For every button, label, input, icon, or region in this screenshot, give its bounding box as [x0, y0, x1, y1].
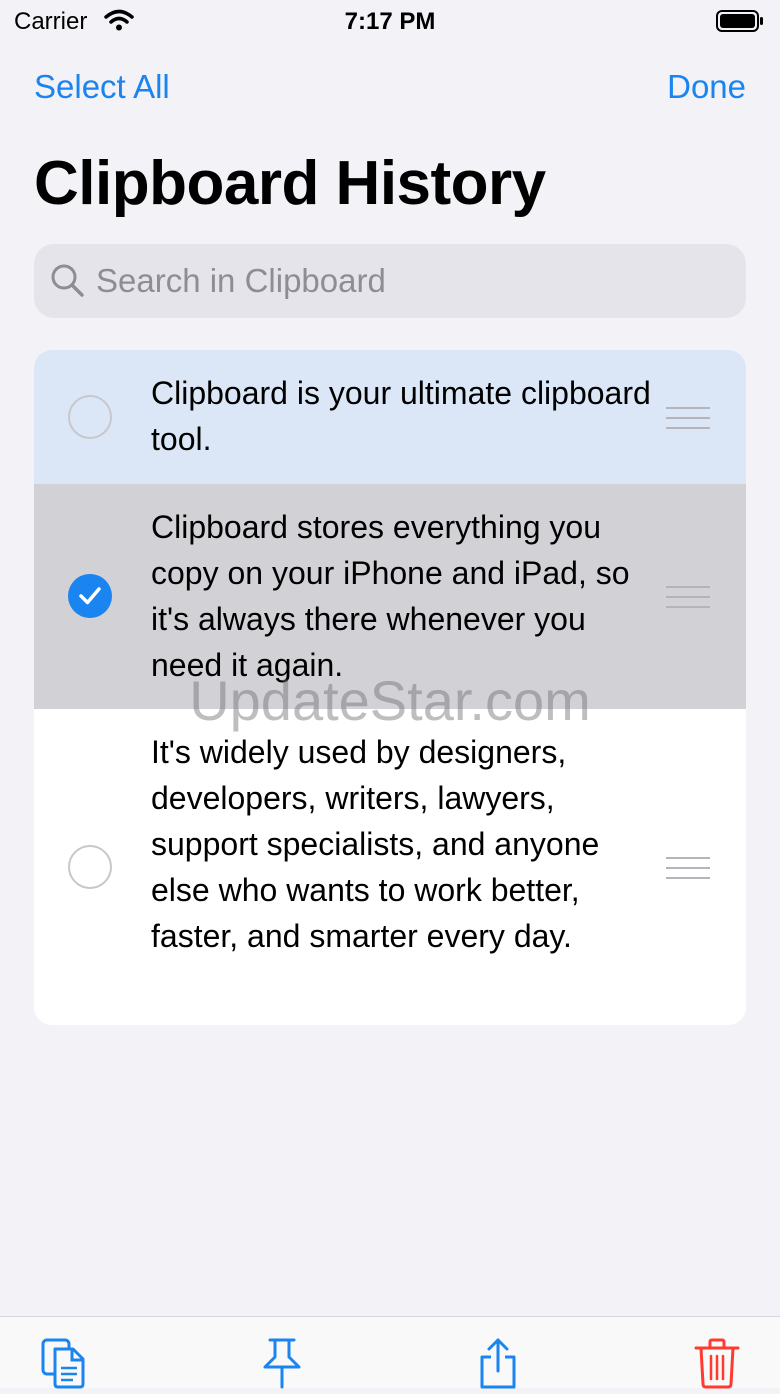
status-time: 7:17 PM: [344, 8, 436, 35]
search-input[interactable]: [96, 244, 726, 318]
clipboard-item-text: It's widely used by designers, developer…: [151, 734, 600, 954]
clipboard-item-text: Clipboard is your ultimate clipboard too…: [151, 375, 651, 457]
clipboard-item-text: Clipboard stores everything you copy on …: [151, 509, 630, 683]
status-bar: Carrier 7:17 PM: [0, 0, 780, 44]
bottom-toolbar: [0, 1316, 780, 1389]
clipboard-item[interactable]: Clipboard is your ultimate clipboard too…: [34, 350, 746, 484]
done-button[interactable]: Done: [667, 68, 746, 106]
drag-handle-icon[interactable]: [666, 857, 710, 879]
share-icon[interactable]: [474, 1337, 522, 1389]
page-title: Clipboard History: [34, 149, 546, 218]
search-icon: [50, 263, 86, 304]
copy-icon[interactable]: [40, 1337, 88, 1389]
select-all-button[interactable]: Select All: [34, 68, 170, 106]
unchecked-circle-icon[interactable]: [68, 845, 112, 889]
unchecked-circle-icon[interactable]: [68, 395, 112, 439]
clipboard-list: Clipboard is your ultimate clipboard too…: [34, 350, 746, 1025]
drag-handle-icon[interactable]: [666, 586, 710, 608]
pin-icon[interactable]: [258, 1337, 306, 1389]
trash-icon[interactable]: [693, 1337, 741, 1389]
search-bar[interactable]: [34, 244, 746, 318]
checkmark-circle-icon[interactable]: [68, 574, 112, 618]
clipboard-item[interactable]: Clipboard stores everything you copy on …: [34, 484, 746, 709]
clipboard-item[interactable]: It's widely used by designers, developer…: [34, 709, 746, 1025]
battery-icon: [716, 10, 764, 37]
drag-handle-icon[interactable]: [666, 407, 710, 429]
